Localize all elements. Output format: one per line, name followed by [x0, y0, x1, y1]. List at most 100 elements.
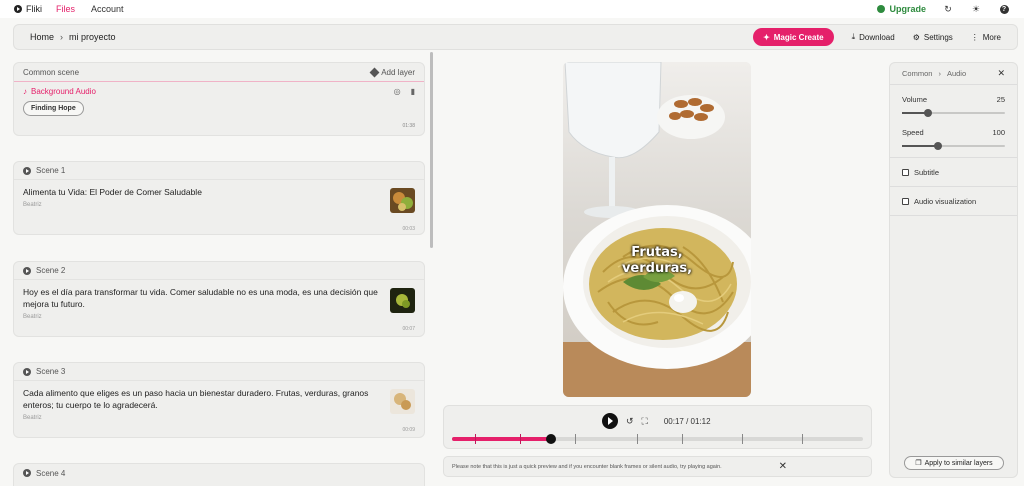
timeline-knob[interactable]: [546, 434, 556, 444]
play-button[interactable]: [602, 413, 618, 429]
apply-label: Apply to similar layers: [924, 459, 993, 467]
more-vertical-icon: ⋮: [970, 32, 979, 42]
audio-visualization-checkbox[interactable]: [902, 197, 909, 205]
upgrade-button[interactable]: Upgrade: [877, 4, 926, 14]
timeline-progress: [452, 437, 551, 441]
scene-marker[interactable]: [742, 434, 743, 444]
scene-card[interactable]: Scene 1 Alimenta tu Vida: El Poder de Co…: [13, 161, 425, 235]
scene-list[interactable]: Common scene Add layer ♪ Background Audi…: [13, 62, 426, 486]
question-icon: ?: [999, 4, 1009, 14]
volume-label: Volume: [902, 95, 928, 104]
brand-name: Fliki: [26, 4, 42, 14]
video-preview[interactable]: Frutas, verduras,: [563, 62, 751, 397]
scene-text[interactable]: Hoy es el día para transformar tu vida. …: [23, 286, 378, 310]
scene-marker[interactable]: [637, 434, 638, 444]
voice-label[interactable]: Beatriz: [23, 202, 42, 208]
apply-to-similar-layers-button[interactable]: ❐ Apply to similar layers: [904, 456, 1004, 470]
check-circle-icon: [877, 5, 886, 13]
chevron-right-icon: ›: [938, 69, 941, 78]
top-nav: Fliki Files Account Upgrade ↻ ☀ ?: [0, 0, 1024, 18]
scene-marker[interactable]: [802, 434, 803, 444]
scene-label: Scene 1: [36, 166, 66, 175]
replay-icon[interactable]: ↺: [626, 416, 634, 427]
scene-marker[interactable]: [575, 434, 576, 444]
more-label: More: [982, 32, 1001, 42]
scene-label: Scene 3: [36, 367, 66, 376]
speed-slider-fill: [902, 145, 938, 147]
close-icon[interactable]: ✕: [779, 461, 787, 472]
download-label: Download: [859, 32, 895, 42]
sparkle-icon: ✦: [763, 32, 770, 42]
panel-breadcrumb-audio: Audio: [946, 69, 967, 78]
add-layer-label: Add layer: [381, 67, 415, 77]
background-audio-label: Background Audio: [31, 87, 96, 96]
scene-marker[interactable]: [520, 434, 521, 444]
download-button[interactable]: ⤓ Download: [852, 32, 895, 42]
scene-label: Scene 4: [36, 468, 66, 478]
play-circle-icon[interactable]: [23, 469, 31, 477]
history-icon[interactable]: ↻: [942, 3, 954, 15]
play-icon: [14, 5, 22, 13]
scene-card[interactable]: Scene 3 Cada alimento que eliges es un p…: [13, 362, 425, 438]
volume-slider-handle[interactable]: [924, 109, 932, 117]
video-caption: Frutas, verduras,: [563, 245, 751, 277]
speed-control: Speed 100: [890, 128, 1017, 150]
trash-icon[interactable]: ▮: [411, 87, 415, 96]
common-scene-label: Common scene: [23, 67, 80, 77]
common-scene-card[interactable]: Common scene Add layer ♪ Background Audi…: [13, 62, 425, 136]
scene-duration: 00:07: [402, 326, 415, 332]
play-circle-icon[interactable]: [23, 367, 31, 376]
scene-duration: 00:09: [402, 427, 415, 433]
breadcrumb-project[interactable]: mi proyecto: [69, 32, 116, 42]
sun-icon[interactable]: ☀: [970, 3, 982, 15]
subtitle-option[interactable]: Subtitle: [890, 158, 1017, 186]
scene-thumbnail[interactable]: [390, 288, 415, 313]
audio-visualization-option[interactable]: Audio visualization: [890, 187, 1017, 215]
scene-thumbnail[interactable]: [390, 389, 415, 414]
more-button[interactable]: ⋮ More: [971, 33, 1001, 42]
scene-card[interactable]: Scene 2 Hoy es el día para transformar t…: [13, 261, 425, 337]
scene-text[interactable]: Cada alimento que eliges es un paso haci…: [23, 387, 378, 411]
subtitle-checkbox[interactable]: [902, 168, 909, 176]
close-icon[interactable]: ✕: [997, 68, 1005, 79]
eye-off-icon[interactable]: ◎: [394, 87, 401, 96]
brand-logo[interactable]: Fliki: [14, 4, 42, 14]
volume-slider[interactable]: [902, 109, 1005, 117]
timeline-track[interactable]: [452, 434, 863, 444]
layers-icon: [369, 67, 380, 77]
add-layer-button[interactable]: Add layer: [369, 67, 415, 77]
scene-text[interactable]: Alimenta tu Vida: El Poder de Comer Salu…: [23, 186, 378, 198]
preview-notice-text: Please note that this is just a quick pr…: [452, 463, 722, 470]
background-audio-layer[interactable]: ♪ Background Audio ◎ ▮: [14, 82, 424, 101]
scene-card[interactable]: Scene 4: [13, 463, 425, 486]
audio-track-pill[interactable]: Finding Hope: [23, 101, 84, 116]
speed-slider[interactable]: [902, 142, 1005, 150]
chevron-right-icon: ›: [60, 32, 64, 42]
scene-marker[interactable]: [475, 434, 476, 444]
breadcrumb-home[interactable]: Home: [30, 32, 54, 42]
video-frame-image: [563, 62, 751, 397]
caption-line: verduras,: [621, 261, 693, 276]
magic-create-label: Magic Create: [773, 32, 824, 42]
settings-button[interactable]: ⚙ Settings: [913, 33, 953, 42]
audio-visualization-label: Audio visualization: [914, 196, 977, 206]
volume-value: 25: [996, 95, 1005, 104]
voice-label[interactable]: Beatriz: [23, 314, 42, 320]
scene-marker[interactable]: [682, 434, 683, 444]
nav-link-files[interactable]: Files: [56, 4, 75, 14]
gear-icon: ⚙: [912, 32, 920, 42]
speed-label: Speed: [902, 128, 924, 137]
scene-thumbnail[interactable]: [390, 188, 415, 213]
scrollbar[interactable]: [430, 52, 433, 248]
help-button[interactable]: ?: [998, 3, 1010, 15]
upgrade-label: Upgrade: [889, 4, 926, 14]
play-circle-icon[interactable]: [23, 266, 31, 275]
fullscreen-icon[interactable]: ⛶: [642, 416, 648, 427]
voice-label[interactable]: Beatriz: [23, 415, 42, 421]
preview-notice: Please note that this is just a quick pr…: [443, 456, 872, 477]
play-circle-icon[interactable]: [23, 166, 31, 175]
speed-slider-handle[interactable]: [934, 142, 942, 150]
magic-create-button[interactable]: ✦ Magic Create: [753, 28, 834, 46]
panel-breadcrumb-common[interactable]: Common: [902, 69, 932, 78]
nav-link-account[interactable]: Account: [91, 4, 124, 14]
